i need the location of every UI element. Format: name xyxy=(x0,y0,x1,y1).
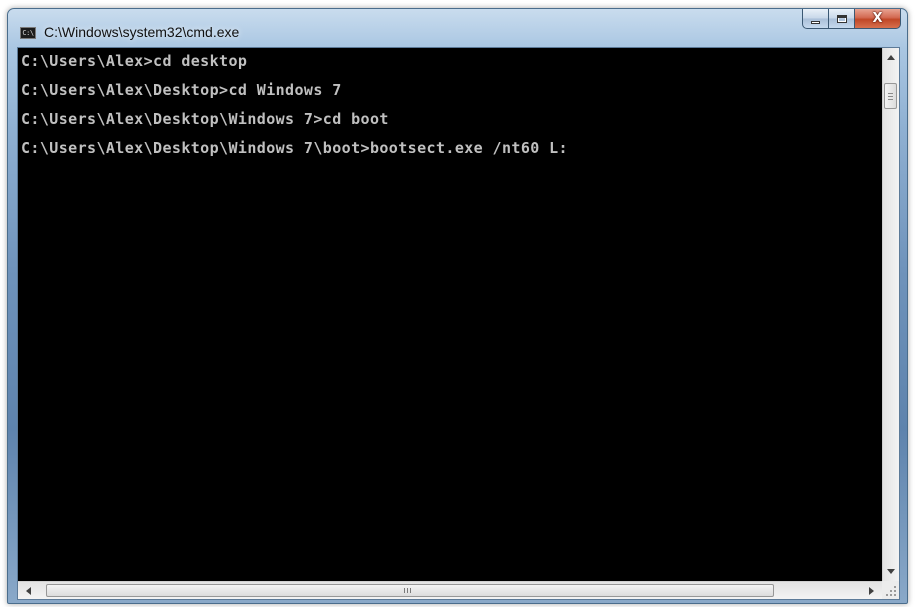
console-line: C:\Users\Alex>cd desktop xyxy=(21,52,248,70)
scroll-left-arrow-icon[interactable] xyxy=(26,587,31,595)
console-line: C:\Users\Alex\Desktop\Windows 7>cd boot xyxy=(21,110,389,128)
console-output[interactable]: C:\Users\Alex>cd desktop C:\Users\Alex\D… xyxy=(18,48,882,581)
vertical-scroll-thumb[interactable] xyxy=(884,83,897,109)
caption-buttons: X xyxy=(802,9,901,30)
close-icon: X xyxy=(872,11,883,26)
console-line: C:\Users\Alex\Desktop\Windows 7\boot>boo… xyxy=(21,139,568,157)
maximize-button[interactable] xyxy=(829,9,855,29)
scroll-down-arrow-icon[interactable] xyxy=(887,569,895,574)
scroll-up-arrow-icon[interactable] xyxy=(887,55,895,60)
console-client-area: C:\Users\Alex>cd desktop C:\Users\Alex\D… xyxy=(17,47,900,600)
console-line: C:\Users\Alex\Desktop>cd Windows 7 xyxy=(21,81,342,99)
cmd-window: C:\ C:\Windows\system32\cmd.exe X C:\Use… xyxy=(7,8,908,604)
horizontal-scrollbar[interactable] xyxy=(18,581,882,599)
close-button[interactable]: X xyxy=(855,9,901,29)
maximize-icon xyxy=(836,14,847,23)
cmd-icon[interactable]: C:\ xyxy=(20,27,36,39)
resize-grip-icon[interactable] xyxy=(882,581,899,599)
minimize-button[interactable] xyxy=(802,9,829,29)
window-title: C:\Windows\system32\cmd.exe xyxy=(44,24,240,40)
title-bar[interactable]: C:\ C:\Windows\system32\cmd.exe X xyxy=(8,9,907,47)
scroll-right-arrow-icon[interactable] xyxy=(869,587,874,595)
vertical-scrollbar[interactable] xyxy=(882,48,899,581)
horizontal-scroll-thumb[interactable] xyxy=(46,584,774,597)
minimize-icon xyxy=(811,20,820,24)
